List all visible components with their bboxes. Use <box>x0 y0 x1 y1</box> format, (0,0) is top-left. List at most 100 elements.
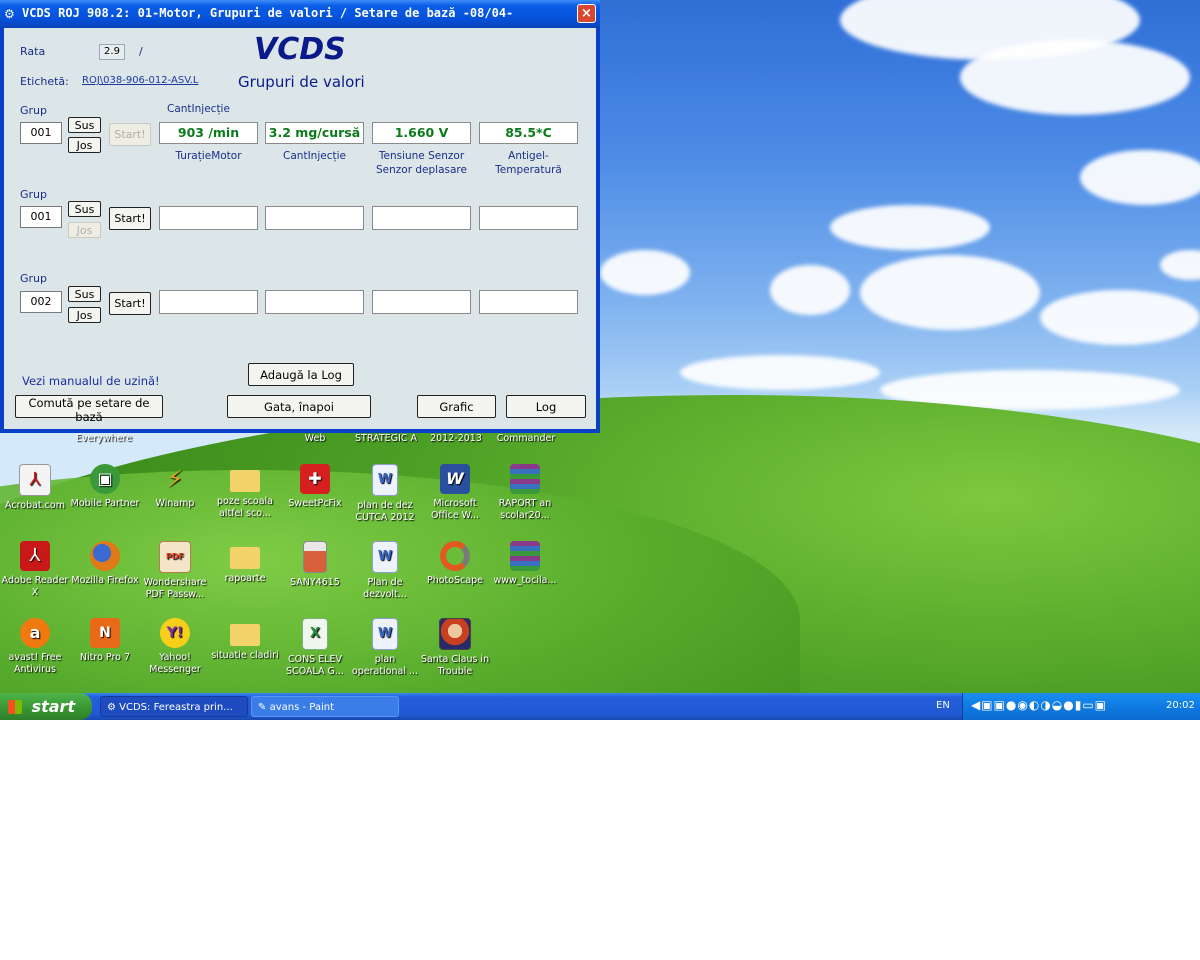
desktop-icon-www-tocila[interactable]: www_tocila... <box>490 541 560 587</box>
cloud <box>830 205 990 250</box>
desktop-label: STRATEGIC A <box>355 433 417 444</box>
desktop-icon-avast[interactable]: a avast! Free Antivirus <box>0 618 70 676</box>
desktop-icon-santa-claus[interactable]: Santa Claus in Trouble <box>420 618 490 678</box>
desktop-icon-wondershare[interactable]: PDF Wondershare PDF Passw... <box>140 541 210 601</box>
start-button[interactable]: Start! <box>109 207 151 230</box>
desktop-icon-microsoft-office-word[interactable]: W Microsoft Office W... <box>420 464 490 522</box>
desktop-icon-plan-de-dezvolt[interactable]: W Plan de dezvolt... <box>350 541 420 601</box>
basic-setting-button[interactable]: Comută pe setare de bază <box>15 395 163 424</box>
desktop-icon-poze-scoala[interactable]: poze scoala altfel sco... <box>210 464 280 520</box>
caption-coolant-temp: Antigel- Temperatură <box>495 150 562 176</box>
desktop-icon-label: plan operational ... <box>351 654 419 677</box>
taskbar-button-vcds[interactable]: ⚙ VCDS: Fereastra prin... <box>100 696 248 717</box>
desktop-icon-mobile-partner[interactable]: ▣ Mobile Partner <box>70 464 140 510</box>
desktop-icon-photoscape[interactable]: PhotoScape <box>420 541 490 587</box>
value-field <box>479 290 578 314</box>
adobe-reader-icon: ⅄ <box>20 541 50 571</box>
paint-icon: ✎ <box>258 702 270 713</box>
desktop-icon-label: Mozilla Firefox <box>71 575 139 586</box>
language-indicator[interactable]: EN <box>936 700 950 711</box>
group-down-button[interactable]: Jos <box>68 222 101 238</box>
group-label: Grup <box>20 188 48 201</box>
group-up-button[interactable]: Sus <box>68 117 101 133</box>
group-down-button[interactable]: Jos <box>68 137 101 153</box>
desktop-icon-mozilla-firefox[interactable]: Mozilla Firefox <box>70 541 140 587</box>
winrar-icon <box>510 464 540 494</box>
value-field <box>159 206 258 230</box>
value-field <box>265 206 364 230</box>
desktop-icon-rapoarte[interactable]: rapoarte <box>210 541 280 585</box>
mobile-partner-icon: ▣ <box>90 464 120 494</box>
desktop-icon-label: Mobile Partner <box>70 498 140 509</box>
start-button[interactable]: Start! <box>109 292 151 315</box>
value-sensor-voltage: 1.660 V <box>372 122 471 144</box>
group-label: Grup <box>20 104 48 117</box>
desktop-icon-label: RAPORT an scolar20... <box>498 498 552 521</box>
desktop-icon-label: Microsoft Office W... <box>430 498 480 521</box>
start-label: start <box>31 697 76 716</box>
desktop-icon-yahoo-messenger[interactable]: Y! Yahoo! Messenger <box>140 618 210 676</box>
caption-sensor-voltage: Tensiune Senzor Senzor deplasare <box>376 150 467 176</box>
log-button[interactable]: Log <box>506 395 586 418</box>
desktop-icon-situatie-cladiri[interactable]: situatie cladiri <box>210 618 280 662</box>
clock[interactable]: 20:02 <box>1166 700 1195 711</box>
value-field <box>372 290 471 314</box>
game-icon <box>439 618 471 650</box>
desktop-icon-plan-de-dez[interactable]: W plan de dez CUTCA 2012 <box>350 464 420 524</box>
desktop-icon-label: SweetPcFix <box>288 498 342 509</box>
word-icon: W <box>440 464 470 494</box>
close-button[interactable]: × <box>577 4 596 23</box>
desktop-icon-label: Plan de dezvolt... <box>363 577 407 600</box>
rate-separator: / <box>139 45 143 58</box>
desktop-icon-sany4615[interactable]: SANY4615 <box>280 541 350 589</box>
desktop-icon-acrobat-com[interactable]: ⅄ Acrobat.com <box>0 464 70 512</box>
label-file-link[interactable]: ROJ\038-906-012-ASV.L <box>82 75 199 86</box>
desktop-icon-nitro-pro[interactable]: N Nitro Pro 7 <box>70 618 140 664</box>
group-number-input[interactable]: 002 <box>20 291 62 313</box>
desktop-icon-plan-operational[interactable]: W plan operational ... <box>350 618 420 678</box>
folder-icon <box>230 470 260 492</box>
desktop-label: Web <box>304 433 326 444</box>
value-engine-speed: 903 /min <box>159 122 258 144</box>
add-to-log-button[interactable]: Adaugă la Log <box>248 363 354 386</box>
group-down-button[interactable]: Jos <box>68 307 101 323</box>
folder-icon <box>230 547 260 569</box>
cloud <box>860 255 1040 330</box>
rate-value: 2.9 <box>99 44 125 60</box>
desktop-icon-label: SANY4615 <box>290 577 340 588</box>
wondershare-icon: PDF <box>159 541 191 573</box>
done-back-button[interactable]: Gata, înapoi <box>227 395 371 418</box>
group-number-input[interactable]: 001 <box>20 122 62 144</box>
tray-icons[interactable]: ◀▣▣●◉◐◑◒●▮▭▣ <box>971 698 1107 712</box>
windows-logo-icon <box>8 700 22 714</box>
desktop-icon-sweetpcfix[interactable]: ✚ SweetPcFix <box>280 464 350 510</box>
group-label: Grup <box>20 272 48 285</box>
desktop-icon-label: situatie cladiri <box>211 650 279 661</box>
desktop-icon-cons-elev[interactable]: X CONS ELEV SCOALA G... <box>280 618 350 678</box>
word-doc-icon: W <box>372 464 398 496</box>
group-up-button[interactable]: Sus <box>68 201 101 217</box>
graph-button[interactable]: Grafic <box>417 395 496 418</box>
group-number-input[interactable]: 001 <box>20 206 62 228</box>
nitro-icon: N <box>90 618 120 648</box>
desktop-icon-label: CONS ELEV SCOALA G... <box>286 654 344 677</box>
desktop-icon-winamp[interactable]: ⚡ Winamp <box>140 464 210 510</box>
start-button[interactable]: start <box>0 693 92 720</box>
desktop-icon-label: avast! Free Antivirus <box>8 652 62 675</box>
desktop-icon-adobe-reader[interactable]: ⅄ Adobe Reader X <box>0 541 70 599</box>
window-titlebar[interactable]: ⚙ VCDS ROJ 908.2: 01-Motor, Grupuri de v… <box>0 0 600 28</box>
taskbar-button-paint[interactable]: ✎ avans - Paint <box>251 696 399 717</box>
value-field <box>265 290 364 314</box>
desktop-icon-label: Winamp <box>155 498 195 509</box>
excel-doc-icon: X <box>302 618 328 650</box>
desktop-icon-raport-an-scolar[interactable]: RAPORT an scolar20... <box>490 464 560 522</box>
cloud <box>1080 150 1200 205</box>
start-button[interactable]: Start! <box>109 123 151 146</box>
group-up-button[interactable]: Sus <box>68 286 101 302</box>
value-coolant-temp: 85.5*C <box>479 122 578 144</box>
page-subtitle: Grupuri de valori <box>238 73 365 91</box>
desktop-icon-label: Wondershare PDF Passw... <box>143 577 207 600</box>
value-field <box>479 206 578 230</box>
workshop-manual-link[interactable]: Vezi manualul de uzină! <box>22 374 160 388</box>
desktop-icon-label: Santa Claus in Trouble <box>420 654 490 677</box>
